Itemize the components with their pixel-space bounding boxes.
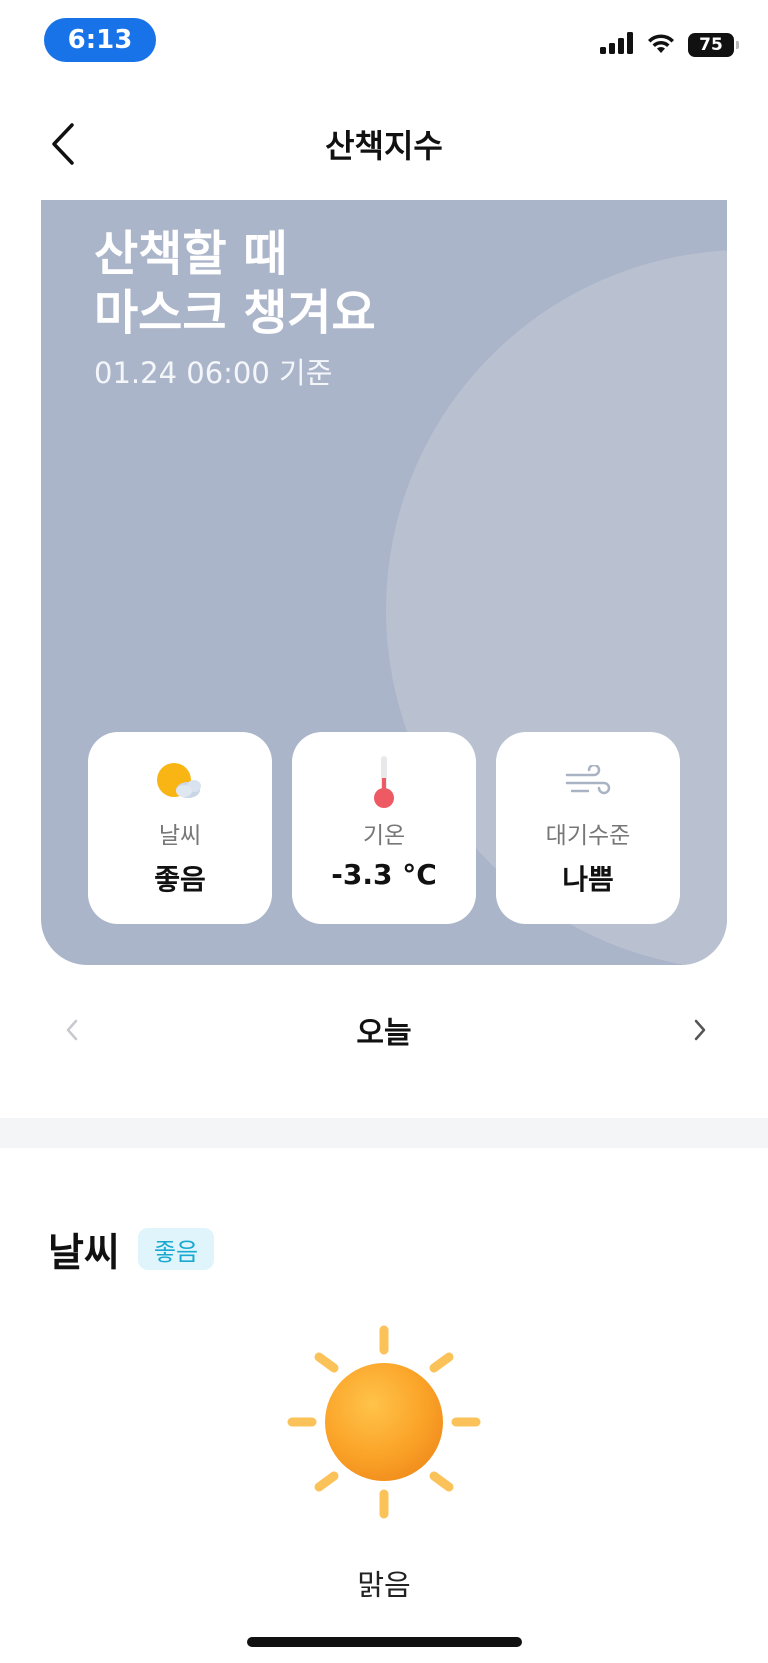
battery-icon: 75 (688, 33, 739, 57)
status-icons: 75 (600, 30, 739, 60)
temperature-card[interactable]: 기온 -3.3 °C (292, 732, 476, 924)
sun-icon (284, 1322, 484, 1522)
status-time: 6:13 (44, 18, 156, 62)
weather-value: 좋음 (154, 863, 206, 896)
signal-icon (600, 32, 634, 58)
page-title: 산책지수 (325, 127, 443, 165)
chevron-right-icon (693, 1018, 707, 1046)
status-badge: 좋음 (138, 1228, 214, 1270)
temperature-label: 기온 (362, 823, 406, 849)
thermometer-icon (369, 756, 399, 808)
weather-card[interactable]: 날씨 좋음 (88, 732, 272, 924)
hero-timestamp: 01.24 06:00 기준 (94, 356, 333, 390)
next-day-button[interactable] (680, 1010, 720, 1054)
wind-icon (564, 758, 612, 806)
wifi-icon (646, 32, 676, 58)
weather-section-title: 날씨 (48, 1231, 120, 1276)
day-label: 오늘 (356, 1016, 412, 1051)
home-indicator[interactable] (247, 1637, 522, 1647)
section-divider (0, 1118, 768, 1148)
temperature-value: -3.3 °C (331, 858, 437, 891)
air-quality-card[interactable]: 대기수준 나쁨 (496, 732, 680, 924)
air-quality-label: 대기수준 (545, 823, 631, 849)
weather-label: 날씨 (158, 823, 202, 849)
hero-headline: 산책할 때 마스크 챙겨요 (94, 226, 376, 341)
walk-index-card: 산책할 때 마스크 챙겨요 01.24 06:00 기준 날씨 좋음 기온 -3… (41, 200, 727, 965)
partly-sunny-icon (154, 758, 206, 806)
weather-condition: 맑음 (357, 1568, 411, 1602)
air-quality-value: 나쁨 (562, 863, 614, 896)
